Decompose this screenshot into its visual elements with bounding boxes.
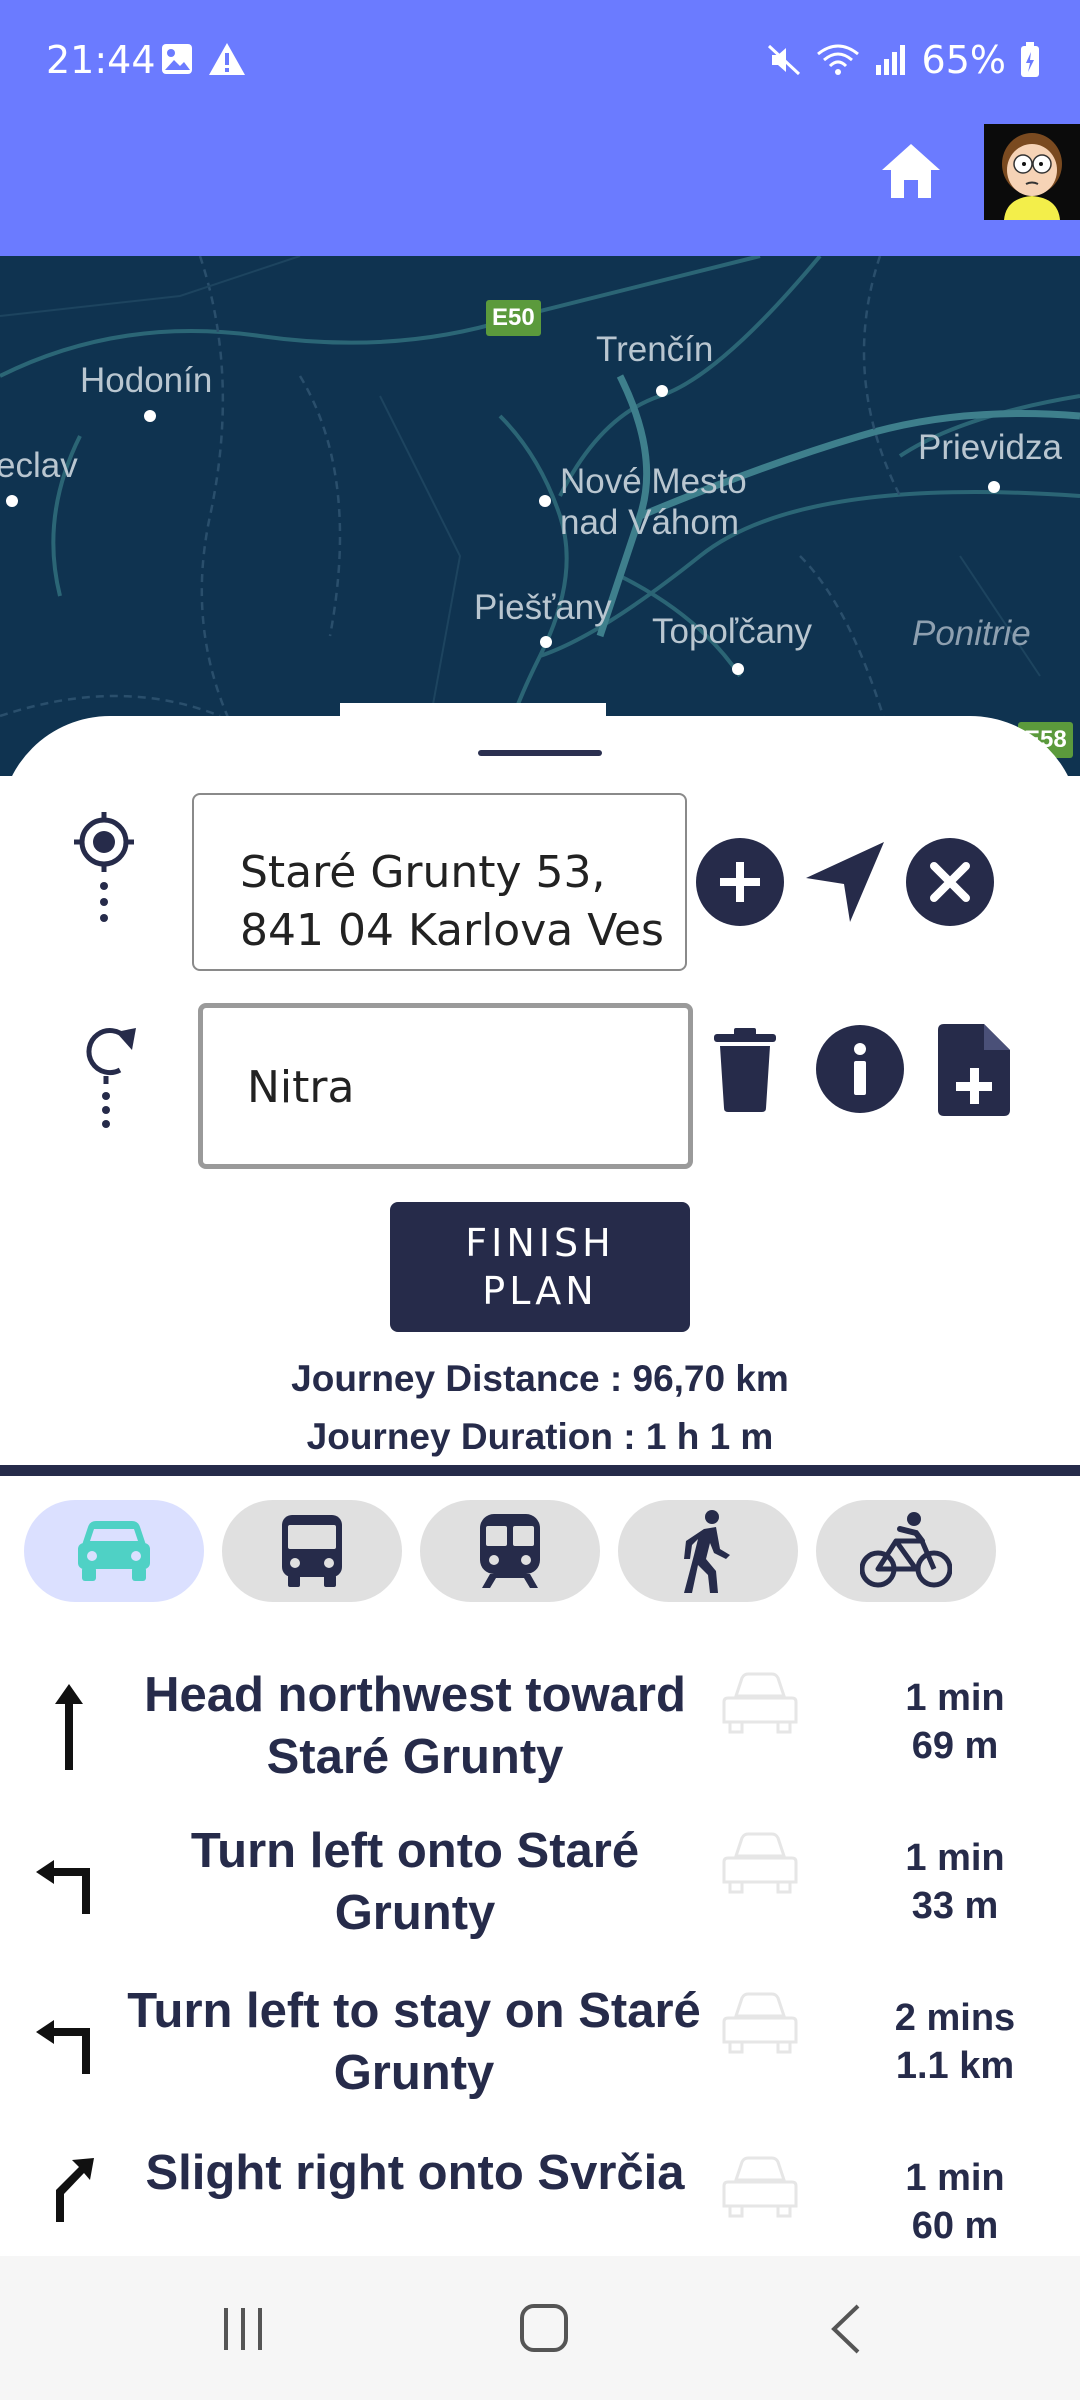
warning-icon: [209, 43, 245, 75]
home-nav-icon[interactable]: [518, 2302, 570, 2354]
slight-right-icon: [56, 2158, 94, 2222]
image-icon: [162, 44, 192, 74]
direction-meta: 2 mins 1.1 km: [894, 1997, 1016, 2087]
car-icon: [78, 1521, 150, 1581]
transport-mode-tabs: [24, 1500, 996, 1602]
app-header: 21:44 65%: [0, 0, 1080, 256]
map-label-city: Topoľčany: [652, 612, 813, 651]
status-time: 21:44: [46, 38, 156, 82]
mode-bus-tab[interactable]: [222, 1500, 402, 1602]
car-mode-faint-icon: [722, 1672, 798, 1734]
home-icon: [882, 144, 940, 198]
origin-field[interactable]: Staré Grunty 53, 841 04 Karlova Ves: [192, 793, 687, 971]
map-view[interactable]: Hodonín Trenčín Prievidza eclav Nové Mes…: [0, 256, 1080, 776]
direction-meta: 1 min 60 m: [905, 2157, 1005, 2247]
turn-left-icon: [36, 1860, 90, 1914]
finish-plan-label-line2: PLAN: [482, 1269, 598, 1313]
origin-field-line2: 841 04 Karlova Ves: [240, 905, 664, 956]
back-icon[interactable]: [826, 2302, 866, 2356]
mute-icon: [767, 44, 800, 76]
destination-field-value: Nitra: [247, 1062, 355, 1113]
mode-car-tab[interactable]: [24, 1500, 204, 1602]
turn-left-icon: [36, 2020, 90, 2074]
add-stop-button[interactable]: [696, 838, 784, 926]
direction-meta: 1 min 33 m: [905, 1837, 1005, 1927]
direction-meta: 1 min 69 m: [905, 1677, 1005, 1767]
map-label-city: Nové Mesto: [560, 462, 747, 501]
map-label-city: Trenčín: [596, 330, 714, 369]
destination-field[interactable]: Nitra: [198, 1003, 693, 1169]
direction-text: Head northwest toward Staré Grunty: [144, 1668, 686, 1784]
battery-percent: 65%: [921, 38, 1006, 82]
battery-icon: [1021, 42, 1039, 77]
destination-refresh-icon: [86, 1028, 136, 1128]
home-button[interactable]: [878, 138, 944, 204]
map-label-region: Ponitrie: [912, 614, 1031, 653]
close-icon: [930, 862, 970, 902]
direction-step[interactable]: Head northwest toward Staré Grunty 1 min 6…: [0, 1660, 1080, 1800]
car-mode-faint-icon: [722, 1832, 798, 1894]
map-label-city: Piešťany: [474, 588, 612, 627]
bus-icon: [282, 1515, 342, 1587]
sheet-tab: [340, 703, 606, 743]
walk-icon: [684, 1510, 730, 1593]
drag-handle[interactable]: [478, 750, 602, 756]
signal-icon: [875, 45, 905, 75]
mode-train-tab[interactable]: [420, 1500, 600, 1602]
recent-apps-icon[interactable]: [218, 2304, 268, 2354]
direction-text: Turn left to stay on Staré Grunty: [127, 1984, 701, 2100]
add-file-icon[interactable]: [938, 1024, 1010, 1116]
direction-step[interactable]: Turn left to stay on Staré Grunty 2 mins 1…: [0, 1980, 1080, 2120]
clear-origin-button[interactable]: [906, 838, 994, 926]
status-notification-icons: [160, 42, 246, 76]
wifi-icon: [816, 44, 859, 75]
trash-icon[interactable]: [712, 1028, 778, 1112]
avatar-image: [984, 124, 1080, 220]
map-label-city: nad Váhom: [560, 503, 740, 542]
origin-location-icon: [74, 812, 134, 922]
mode-bike-tab[interactable]: [816, 1500, 996, 1602]
car-mode-faint-icon: [722, 2156, 798, 2218]
journey-duration: Journey Duration : 1 h 1 m: [306, 1416, 774, 1457]
navigate-arrow-icon[interactable]: [800, 838, 890, 928]
train-icon: [480, 1514, 540, 1588]
map-label-city: Hodonín: [80, 361, 213, 400]
map-label-city: Prievidza: [918, 428, 1062, 467]
bike-icon: [860, 1512, 952, 1588]
arrow-up-icon: [55, 1684, 83, 1770]
info-button[interactable]: [816, 1025, 904, 1113]
journey-distance: Journey Distance : 96,70 km: [291, 1358, 789, 1399]
map-road-badge: E50: [486, 300, 541, 336]
system-navigation-bar: [0, 2256, 1080, 2400]
map-label-city: eclav: [0, 446, 78, 485]
section-divider: [0, 1465, 1080, 1476]
direction-text: Turn left onto Staré Grunty: [190, 1824, 640, 1940]
direction-text: Slight right onto Svrčia: [145, 2146, 685, 2200]
status-system-icons: 65%: [766, 38, 1040, 82]
origin-field-line1: Staré Grunty 53,: [240, 847, 606, 898]
mode-walk-tab[interactable]: [618, 1500, 798, 1602]
finish-plan-label-line1: FINISH: [465, 1221, 615, 1265]
avatar[interactable]: [984, 124, 1080, 220]
direction-step[interactable]: Turn left onto Staré Grunty 1 min 33 m: [0, 1820, 1080, 1960]
finish-plan-button[interactable]: FINISH PLAN: [390, 1202, 690, 1332]
car-mode-faint-icon: [722, 1992, 798, 2054]
info-icon: [854, 1043, 866, 1095]
plus-icon: [720, 862, 760, 902]
